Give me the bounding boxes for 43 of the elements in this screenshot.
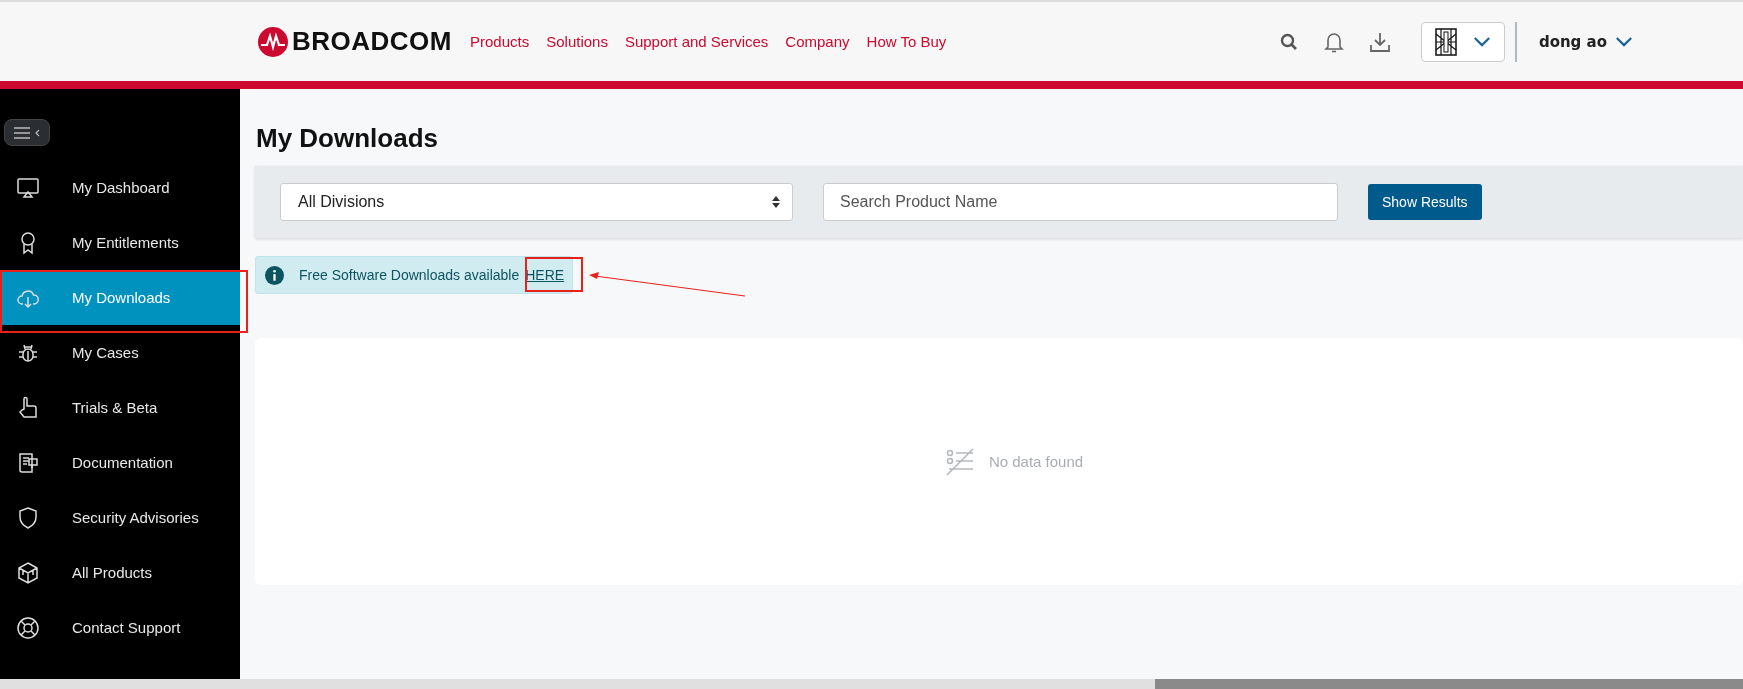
lifebuoy-icon — [16, 615, 40, 640]
empty-list-icon — [944, 447, 975, 476]
cube-icon — [16, 560, 40, 585]
grid-pattern-icon — [1434, 27, 1457, 56]
sidebar-item[interactable]: My Cases — [0, 325, 240, 380]
division-select[interactable]: All Divisions — [280, 183, 793, 221]
sidebar-item[interactable]: All Products — [0, 545, 240, 600]
document-icon — [16, 450, 40, 475]
pointing-hand-icon — [16, 395, 40, 420]
highlight-annotation — [525, 257, 584, 292]
empty-message: No data found — [988, 453, 1084, 470]
horizontal-scrollbar[interactable] — [0, 679, 1743, 689]
nav-link[interactable]: Company — [785, 33, 850, 50]
chevron-down-icon — [1615, 36, 1633, 47]
sidebar-toggle-button[interactable] — [4, 119, 50, 146]
sidebar-item[interactable]: My Entitlements — [0, 215, 240, 270]
chevron-down-icon — [1472, 36, 1491, 47]
app-switcher-button[interactable] — [1420, 21, 1505, 62]
show-results-button[interactable]: Show Results — [1368, 184, 1482, 220]
download-icon[interactable] — [1368, 30, 1391, 53]
user-menu[interactable]: dong ao — [1538, 32, 1633, 51]
nav-link[interactable]: How To Buy — [866, 33, 947, 50]
sidebar-item[interactable]: My Downloads — [0, 270, 240, 325]
search-icon[interactable] — [1278, 31, 1299, 52]
company-logo[interactable]: BROADCOM — [258, 26, 452, 57]
sidebar-item[interactable]: Contact Support — [0, 600, 240, 655]
search-field[interactable]: Search Product Name — [823, 183, 1338, 221]
logo-wordmark: BROADCOM — [292, 26, 452, 57]
shield-icon — [16, 505, 40, 530]
nav-link[interactable]: Products — [470, 33, 530, 50]
sidebar-item[interactable]: Trials & Beta — [0, 380, 240, 435]
sidebar-item[interactable]: Documentation — [0, 435, 240, 490]
alert-message: Free Software Downloads available — [299, 267, 520, 283]
nav-link[interactable]: Support and Services — [624, 33, 769, 50]
nav-link[interactable]: Solutions — [546, 33, 608, 50]
page-title: My Downloads — [256, 123, 439, 154]
sort-arrows-icon — [772, 196, 780, 208]
sidebar-item[interactable]: My Dashboard — [0, 160, 240, 215]
user-name: dong ao — [1538, 32, 1607, 51]
info-icon — [265, 265, 284, 285]
monitor-icon — [16, 175, 40, 200]
logo-icon — [258, 26, 288, 57]
sidebar-item[interactable]: Security Advisories — [0, 490, 240, 545]
